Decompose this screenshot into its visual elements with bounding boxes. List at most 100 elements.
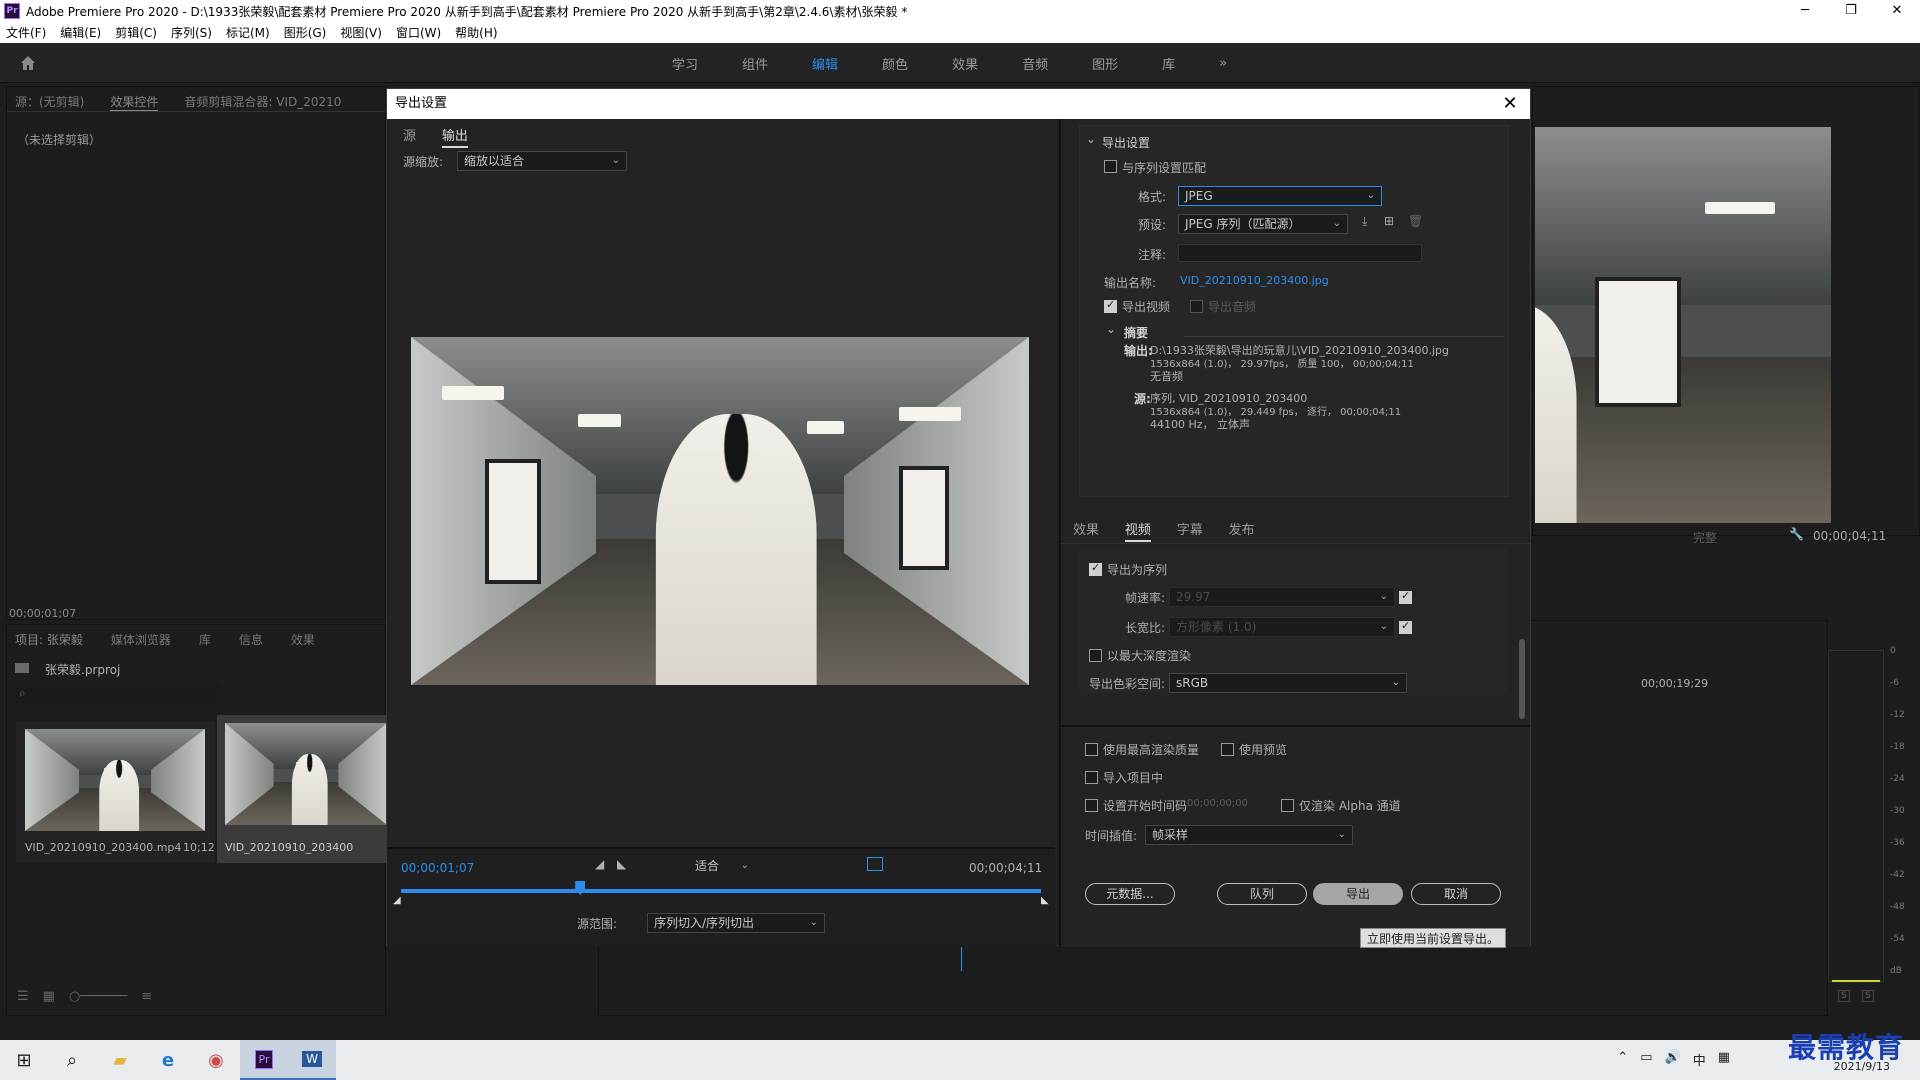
tab-media-browser[interactable]: 媒体浏览器	[111, 631, 171, 648]
icon-view-icon[interactable]: ▦	[43, 989, 55, 1015]
menu-file[interactable]: 文件(F)	[6, 24, 46, 41]
color-space-dropdown[interactable]: sRGB ⌄	[1169, 673, 1407, 693]
max-render-quality-checkbox[interactable]	[1085, 743, 1098, 756]
sort-icon[interactable]: ≡	[141, 989, 152, 1015]
output-name-link[interactable]: VID_20210910_203400.jpg	[1180, 274, 1329, 287]
workspace-audio[interactable]: 音频	[1022, 54, 1048, 73]
format-dropdown[interactable]: JPEG ⌄	[1178, 186, 1382, 206]
start-timecode-value[interactable]: 00;00;00;00	[1187, 798, 1248, 809]
project-item-selected[interactable]: VID_20210910_203400	[217, 715, 387, 863]
keyboard-icon[interactable]: ▦	[1718, 1050, 1730, 1069]
cancel-button[interactable]: 取消	[1411, 883, 1501, 905]
program-fit-dropdown[interactable]: 完整	[1693, 529, 1717, 546]
preset-dropdown[interactable]: JPEG 序列（匹配源） ⌄	[1178, 214, 1348, 234]
aspect-toggle-icon[interactable]	[867, 857, 883, 871]
tab-project[interactable]: 项目: 张荣毅	[15, 631, 83, 648]
menu-view[interactable]: 视图(V)	[340, 24, 382, 41]
import-preset-icon[interactable]: ⊞	[1384, 214, 1394, 228]
windows-start-icon[interactable]: ⊞	[0, 1040, 48, 1080]
solo-button[interactable]: S	[1838, 990, 1850, 1002]
save-preset-icon[interactable]: ⤓	[1362, 214, 1367, 229]
export-audio-checkbox[interactable]	[1190, 300, 1203, 313]
workspace-effects[interactable]: 效果	[952, 54, 978, 73]
frame-rate-dropdown[interactable]: 29.97 ⌄	[1169, 587, 1395, 607]
tab-source[interactable]: 源：(无剪辑)	[15, 93, 84, 111]
queue-button[interactable]: 队列	[1217, 883, 1307, 905]
project-item[interactable]: VID_20210910_203400.mp4 10;12	[15, 721, 215, 863]
tab-info[interactable]: 信息	[239, 631, 263, 648]
edge-icon[interactable]: e	[144, 1040, 192, 1080]
solo-button[interactable]: S	[1862, 990, 1874, 1002]
current-timecode[interactable]: 00;00;01;07	[401, 861, 474, 875]
menu-edit[interactable]: 编辑(E)	[60, 24, 101, 41]
source-scaling-dropdown[interactable]: 缩放以适合 ⌄	[457, 151, 627, 171]
project-search-input[interactable]: ⌕	[15, 685, 219, 703]
workspace-learn[interactable]: 学习	[672, 54, 698, 73]
zoom-slider[interactable]: ○──────	[69, 989, 127, 1015]
menu-window[interactable]: 窗口(W)	[396, 24, 441, 41]
list-view-icon[interactable]: ☰	[17, 989, 29, 1015]
set-in-point-icon[interactable]: ◢	[595, 857, 604, 871]
export-video-checkbox[interactable]	[1104, 298, 1117, 313]
premiere-icon[interactable]: Pr	[240, 1040, 288, 1080]
chevron-up-icon[interactable]: ⌃	[1617, 1050, 1628, 1069]
use-previews-checkbox[interactable]	[1221, 743, 1234, 756]
out-marker-icon[interactable]: ◣	[1041, 895, 1049, 906]
workspace-libraries[interactable]: 库	[1162, 54, 1175, 73]
menu-clip[interactable]: 剪辑(C)	[115, 24, 157, 41]
settings-scrollbar[interactable]	[1519, 639, 1525, 719]
alpha-only-checkbox[interactable]	[1281, 799, 1294, 812]
tab-effects[interactable]: 效果	[1073, 523, 1099, 538]
tab-publish[interactable]: 发布	[1229, 523, 1255, 538]
fit-dropdown[interactable]: 适合 ⌄	[689, 857, 755, 877]
tab-effect-controls[interactable]: 效果控件	[110, 93, 159, 111]
collapse-chevron-icon[interactable]: ⌄	[1086, 132, 1096, 146]
menu-sequence[interactable]: 序列(S)	[171, 24, 212, 41]
time-interpolation-dropdown[interactable]: 帧采样 ⌄	[1145, 825, 1353, 845]
menu-marker[interactable]: 标记(M)	[226, 24, 270, 41]
paint-icon[interactable]: ◉	[192, 1040, 240, 1080]
dialog-close-icon[interactable]: ✕	[1498, 91, 1522, 117]
more-workspaces-icon[interactable]: »	[1219, 56, 1227, 71]
tab-captions[interactable]: 字幕	[1177, 523, 1203, 538]
set-out-point-icon[interactable]: ◣	[617, 857, 626, 871]
ime-indicator[interactable]: 中	[1693, 1050, 1706, 1069]
tab-audio-clip-mixer[interactable]: 音频剪辑混合器: VID_20210	[184, 93, 341, 111]
maximize-icon[interactable]: ❐	[1828, 0, 1874, 22]
tab-source[interactable]: 源	[403, 129, 416, 144]
tab-libraries[interactable]: 库	[199, 631, 211, 648]
frame-rate-match-checkbox[interactable]	[1399, 589, 1412, 604]
minimize-icon[interactable]: ─	[1782, 0, 1828, 22]
summary-chevron-icon[interactable]: ⌄	[1106, 322, 1116, 336]
metadata-button[interactable]: 元数据...	[1085, 883, 1175, 905]
start-timecode-checkbox[interactable]	[1085, 799, 1098, 812]
network-icon[interactable]: ▭	[1640, 1050, 1652, 1069]
max-depth-checkbox[interactable]	[1089, 649, 1102, 662]
file-explorer-icon[interactable]: ▰	[96, 1040, 144, 1080]
tab-video[interactable]: 视频	[1124, 523, 1151, 542]
workspace-color[interactable]: 颜色	[882, 54, 908, 73]
export-as-sequence-checkbox[interactable]	[1089, 561, 1102, 576]
workspace-editing[interactable]: 编辑	[812, 54, 838, 73]
workspace-assembly[interactable]: 组件	[742, 54, 768, 73]
aspect-match-checkbox[interactable]	[1399, 619, 1412, 634]
close-window-icon[interactable]: ✕	[1874, 0, 1920, 22]
home-icon[interactable]	[18, 53, 38, 73]
in-marker-icon[interactable]: ◢	[393, 895, 401, 906]
word-icon[interactable]: W	[288, 1040, 336, 1080]
search-icon[interactable]: ⌕	[48, 1040, 96, 1080]
aspect-dropdown[interactable]: 方形像素 (1.0) ⌄	[1169, 617, 1395, 637]
match-sequence-checkbox[interactable]	[1104, 160, 1117, 173]
delete-preset-icon[interactable]: 🗑	[1408, 214, 1423, 228]
source-range-bar[interactable]	[401, 889, 1041, 893]
comment-input[interactable]	[1178, 244, 1422, 262]
menu-graphics[interactable]: 图形(G)	[284, 24, 327, 41]
workspace-graphics[interactable]: 图形	[1092, 54, 1118, 73]
wrench-icon[interactable]: 🔧	[1789, 527, 1804, 541]
volume-icon[interactable]: 🔊	[1665, 1050, 1681, 1069]
tab-output[interactable]: 输出	[441, 129, 468, 148]
tab-effects[interactable]: 效果	[291, 631, 315, 648]
export-button[interactable]: 导出	[1313, 883, 1403, 905]
source-range-dropdown[interactable]: 序列切入/序列切出 ⌄	[647, 913, 825, 933]
import-project-checkbox[interactable]	[1085, 771, 1098, 784]
